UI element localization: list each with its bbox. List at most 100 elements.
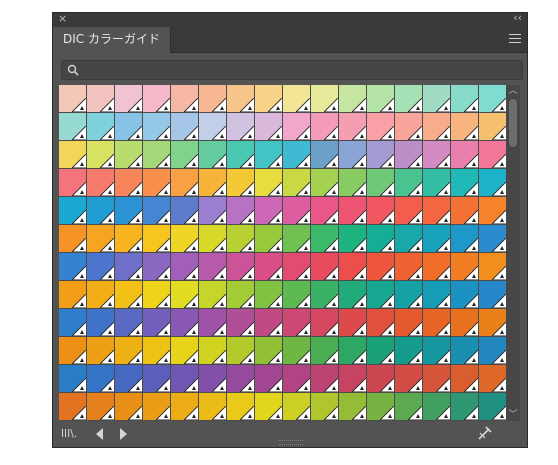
color-swatch[interactable] <box>59 197 87 225</box>
color-swatch[interactable] <box>367 393 395 421</box>
color-swatch[interactable] <box>367 365 395 393</box>
color-swatch[interactable] <box>171 169 199 197</box>
color-swatch[interactable] <box>283 281 311 309</box>
color-swatch[interactable] <box>255 197 283 225</box>
previous-library-icon[interactable] <box>93 424 107 444</box>
color-swatch[interactable] <box>199 141 227 169</box>
color-swatch[interactable] <box>423 85 451 113</box>
color-swatch[interactable] <box>227 225 255 253</box>
color-swatch[interactable] <box>311 141 339 169</box>
color-swatch[interactable] <box>199 197 227 225</box>
color-swatch[interactable] <box>451 281 479 309</box>
color-swatch[interactable] <box>255 225 283 253</box>
color-swatch[interactable] <box>283 309 311 337</box>
color-swatch[interactable] <box>59 225 87 253</box>
color-swatch[interactable] <box>311 225 339 253</box>
color-swatch[interactable] <box>143 169 171 197</box>
color-swatch[interactable] <box>423 365 451 393</box>
color-swatch[interactable] <box>451 337 479 365</box>
color-swatch[interactable] <box>339 225 367 253</box>
color-swatch[interactable] <box>479 253 507 281</box>
color-swatch[interactable] <box>199 309 227 337</box>
color-swatch[interactable] <box>171 281 199 309</box>
color-swatch[interactable] <box>479 337 507 365</box>
color-swatch[interactable] <box>255 337 283 365</box>
color-swatch[interactable] <box>227 85 255 113</box>
color-swatch[interactable] <box>143 113 171 141</box>
color-swatch[interactable] <box>59 281 87 309</box>
color-swatch[interactable] <box>227 281 255 309</box>
resize-grip[interactable] <box>279 440 303 445</box>
close-icon[interactable]: × <box>58 12 67 26</box>
color-swatch[interactable] <box>227 113 255 141</box>
color-swatch[interactable] <box>423 141 451 169</box>
color-swatch[interactable] <box>283 85 311 113</box>
color-swatch[interactable] <box>451 113 479 141</box>
color-swatch[interactable] <box>171 253 199 281</box>
color-swatch[interactable] <box>87 253 115 281</box>
color-swatch[interactable] <box>339 365 367 393</box>
color-swatch[interactable] <box>311 281 339 309</box>
color-swatch[interactable] <box>395 85 423 113</box>
color-swatch[interactable] <box>59 85 87 113</box>
color-swatch[interactable] <box>311 113 339 141</box>
color-swatch[interactable] <box>143 309 171 337</box>
color-swatch[interactable] <box>255 253 283 281</box>
color-swatch[interactable] <box>423 393 451 421</box>
color-swatch[interactable] <box>451 85 479 113</box>
color-swatch[interactable] <box>395 337 423 365</box>
color-swatch[interactable] <box>423 337 451 365</box>
color-swatch[interactable] <box>367 253 395 281</box>
color-swatch[interactable] <box>311 169 339 197</box>
color-swatch[interactable] <box>311 197 339 225</box>
color-swatch[interactable] <box>143 197 171 225</box>
color-swatch[interactable] <box>115 337 143 365</box>
color-swatch[interactable] <box>451 309 479 337</box>
color-swatch[interactable] <box>423 281 451 309</box>
color-swatch[interactable] <box>423 253 451 281</box>
color-swatch[interactable] <box>143 253 171 281</box>
color-swatch[interactable] <box>283 225 311 253</box>
color-swatch[interactable] <box>255 113 283 141</box>
color-swatch[interactable] <box>87 113 115 141</box>
color-swatch[interactable] <box>115 393 143 421</box>
color-swatch[interactable] <box>255 169 283 197</box>
color-swatch[interactable] <box>87 141 115 169</box>
color-swatch[interactable] <box>87 365 115 393</box>
color-swatch[interactable] <box>143 337 171 365</box>
color-swatch[interactable] <box>451 141 479 169</box>
color-swatch[interactable] <box>311 309 339 337</box>
color-swatch[interactable] <box>283 169 311 197</box>
color-swatch[interactable] <box>423 197 451 225</box>
color-swatch[interactable] <box>395 253 423 281</box>
color-swatch[interactable] <box>87 85 115 113</box>
color-swatch[interactable] <box>339 197 367 225</box>
color-swatch[interactable] <box>227 253 255 281</box>
color-swatch[interactable] <box>199 169 227 197</box>
color-swatch[interactable] <box>59 309 87 337</box>
tab-dic-color-guide[interactable]: DIC カラーガイド <box>53 27 171 53</box>
color-swatch[interactable] <box>311 337 339 365</box>
color-swatch[interactable] <box>395 281 423 309</box>
color-swatch[interactable] <box>171 197 199 225</box>
color-swatch[interactable] <box>283 197 311 225</box>
color-swatch[interactable] <box>171 113 199 141</box>
color-swatch[interactable] <box>451 253 479 281</box>
color-swatch[interactable] <box>87 309 115 337</box>
color-swatch[interactable] <box>115 365 143 393</box>
color-swatch[interactable] <box>115 281 143 309</box>
color-swatch[interactable] <box>115 85 143 113</box>
color-swatch[interactable] <box>311 253 339 281</box>
color-swatch[interactable] <box>367 113 395 141</box>
color-swatch[interactable] <box>59 169 87 197</box>
color-swatch[interactable] <box>115 169 143 197</box>
color-swatch[interactable] <box>87 393 115 421</box>
color-swatch[interactable] <box>199 337 227 365</box>
color-swatch[interactable] <box>171 225 199 253</box>
color-swatch[interactable] <box>339 113 367 141</box>
color-swatch[interactable] <box>451 197 479 225</box>
color-swatch[interactable] <box>227 365 255 393</box>
color-swatch[interactable] <box>451 365 479 393</box>
color-swatch[interactable] <box>451 169 479 197</box>
color-swatch[interactable] <box>339 281 367 309</box>
